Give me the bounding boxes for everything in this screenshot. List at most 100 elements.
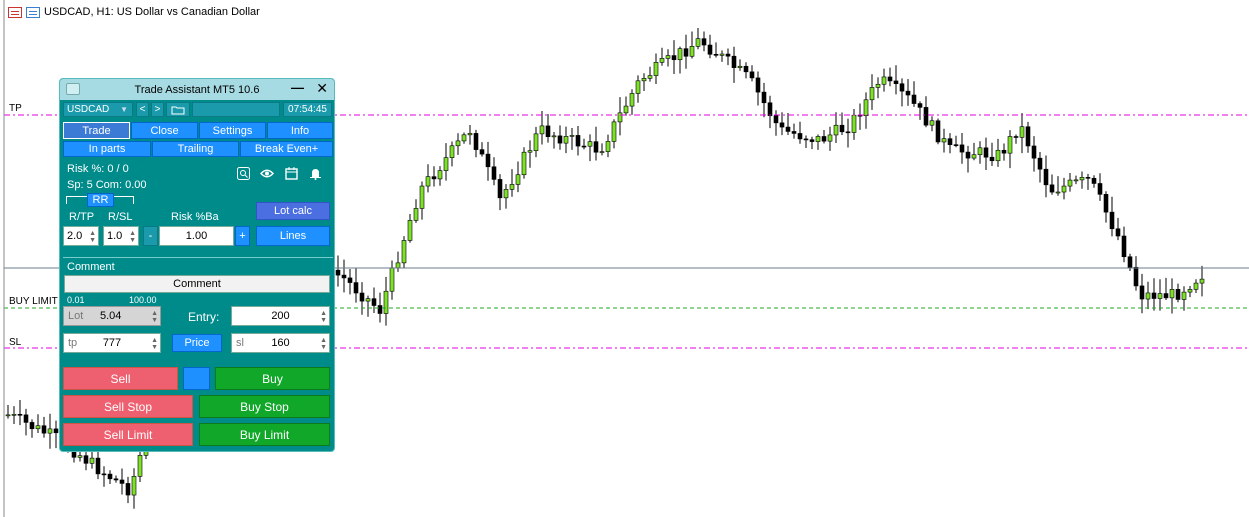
candle-body — [395, 262, 401, 269]
candle-body — [473, 133, 479, 150]
candle-body — [23, 414, 29, 423]
next-symbol-button[interactable]: > — [151, 102, 164, 117]
candle-body — [107, 473, 113, 480]
calendar-icon[interactable] — [284, 167, 298, 181]
search-icon[interactable] — [236, 167, 250, 181]
candle-body — [1001, 149, 1007, 154]
candle-body — [581, 145, 587, 148]
candle-body — [965, 151, 971, 159]
candle-body — [815, 136, 821, 142]
risk-increase-button[interactable]: + — [235, 226, 250, 246]
candle-body — [623, 105, 629, 114]
candle-body — [845, 131, 851, 134]
price-button[interactable]: Price — [172, 334, 222, 352]
candle-body — [797, 133, 803, 140]
candle-body — [923, 107, 929, 126]
prev-symbol-button[interactable]: < — [136, 102, 149, 117]
candle-body — [389, 267, 395, 292]
tab-trade[interactable]: Trade — [63, 122, 130, 139]
trade-assistant-panel: Trade Assistant MT5 10.6 — ✕ USDCAD ▼ < >… — [59, 78, 335, 452]
spin-icon: ▲ ▼ — [320, 337, 327, 351]
candle-body — [1145, 292, 1151, 300]
candle-body — [95, 457, 101, 475]
camera-icon[interactable] — [66, 83, 80, 95]
candle-body — [461, 134, 467, 142]
lines-button[interactable]: Lines — [256, 226, 330, 246]
server-time: 07:54:45 — [283, 102, 332, 117]
candle-body — [371, 298, 377, 306]
candle-body — [365, 298, 371, 302]
bell-icon[interactable] — [308, 167, 322, 181]
candle-body — [335, 269, 341, 276]
symbol-select[interactable]: USDCAD ▼ — [63, 102, 133, 117]
entry-input[interactable]: 200 ▲ ▼ — [231, 306, 330, 326]
lot-calc-button[interactable]: Lot calc — [256, 202, 330, 220]
tp-input[interactable]: tp 777 ▲ ▼ — [63, 333, 161, 353]
candle-body — [11, 414, 17, 416]
close-button[interactable]: ✕ — [316, 80, 328, 97]
sell-limit-button[interactable]: Sell Limit — [63, 423, 193, 446]
panel-title: Trade Assistant MT5 10.6 — [134, 83, 260, 96]
candle-body — [359, 292, 365, 302]
sell-button[interactable]: Sell — [63, 367, 178, 390]
candle-body — [659, 58, 665, 63]
candle-body — [1163, 293, 1169, 299]
candle-body — [725, 53, 731, 57]
candle-body — [689, 46, 695, 57]
candle-body — [665, 55, 671, 59]
chart-title-bar: USDCAD, H1: US Dollar vs Canadian Dollar — [8, 6, 260, 18]
risk-decrease-button[interactable]: - — [143, 226, 158, 246]
risk-input[interactable]: 1.00 — [159, 226, 234, 246]
sl-input[interactable]: sl 160 ▲ ▼ — [231, 333, 330, 353]
candle-body — [503, 189, 509, 199]
buy-stop-button[interactable]: Buy Stop — [199, 395, 330, 418]
buy-limit-button[interactable]: Buy Limit — [199, 423, 330, 446]
candle-body — [1007, 136, 1013, 154]
buy-button[interactable]: Buy — [215, 367, 330, 390]
folder-icon[interactable] — [166, 102, 190, 117]
comment-input[interactable]: Comment — [64, 275, 330, 293]
candle-body — [983, 147, 989, 158]
candle-body — [851, 114, 857, 133]
candle-body — [1013, 136, 1019, 138]
candle-body — [1157, 293, 1163, 299]
candle-body — [905, 90, 911, 96]
candle-body — [779, 122, 785, 128]
rr-button[interactable]: RR — [87, 193, 114, 207]
quick-trade-toggle[interactable] — [183, 367, 210, 390]
rsl-stepper[interactable]: 1.0 ▲ ▼ — [103, 226, 139, 246]
symbol-row: USDCAD ▼ < > 07:54:45 — [63, 102, 333, 117]
candle-body — [791, 131, 797, 134]
rtp-stepper[interactable]: 2.0 ▲ ▼ — [63, 226, 99, 246]
candle-body — [977, 147, 983, 156]
eye-icon[interactable] — [260, 167, 274, 181]
tab-settings[interactable]: Settings — [199, 122, 266, 139]
sell-stop-button[interactable]: Sell Stop — [63, 395, 193, 418]
candle-body — [599, 151, 605, 153]
candle-body — [869, 87, 875, 101]
candle-body — [899, 83, 905, 92]
lot-field[interactable]: Lot 5.04 ▲ ▼ — [63, 306, 161, 326]
tab-break-even[interactable]: Break Even+ — [240, 141, 333, 157]
candle-body — [455, 140, 461, 147]
sl-level-label: SL — [9, 337, 22, 348]
tab-in-parts[interactable]: In parts — [63, 141, 151, 157]
candle-body — [575, 135, 581, 147]
candle-body — [971, 154, 977, 159]
candle-body — [749, 71, 755, 79]
candle-body — [1187, 289, 1193, 293]
candle-body — [773, 115, 779, 124]
candle-body — [917, 103, 923, 108]
candle-body — [521, 151, 527, 176]
window-icon[interactable] — [26, 6, 40, 18]
menu-icon[interactable] — [8, 6, 22, 18]
minimize-button[interactable]: — — [291, 80, 304, 95]
candle-body — [947, 138, 953, 145]
tab-info[interactable]: Info — [267, 122, 333, 139]
candle-body — [563, 136, 569, 144]
tab-trailing[interactable]: Trailing — [152, 141, 239, 157]
candle-body — [827, 134, 833, 142]
tab-close[interactable]: Close — [131, 122, 198, 139]
candle-body — [341, 274, 347, 279]
panel-title-bar[interactable]: Trade Assistant MT5 10.6 — ✕ — [60, 79, 334, 100]
